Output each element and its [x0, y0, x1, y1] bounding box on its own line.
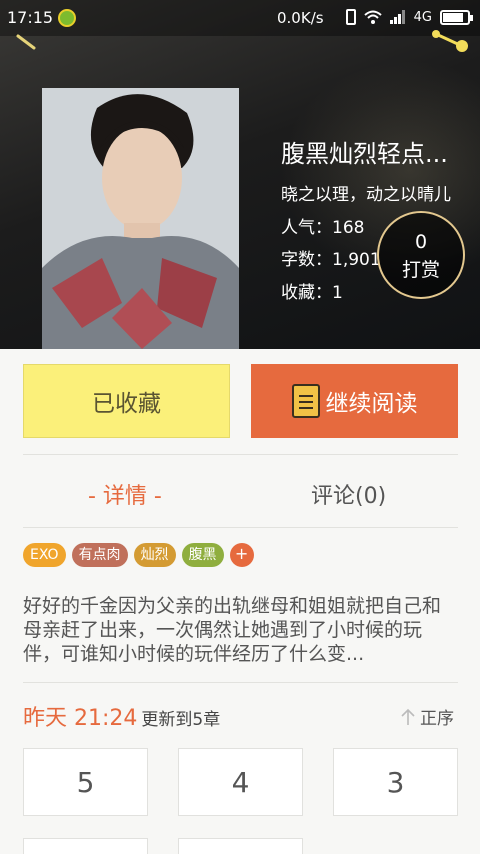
chapter-tile[interactable]: [23, 838, 148, 854]
sort-order-label: 正序: [420, 709, 454, 729]
synopsis[interactable]: 好好的千金因为父亲的出轨继母和姐姐就把自己和母亲赶了出来，一次偶然让她遇到了小时…: [23, 594, 459, 666]
book-author[interactable]: 晓之以理，动之以晴儿: [281, 180, 451, 205]
share-icon[interactable]: [430, 28, 472, 56]
tag-list: EXO 有点肉 灿烈 腹黑 +: [23, 543, 254, 567]
tag-youdianrou[interactable]: 有点肉: [71, 543, 128, 567]
book-header: 17:15 0.0K/s 4G 腹黑灿烈轻点... 晓之以理，动之以晴儿 人气：…: [0, 0, 480, 349]
tag-fuhei[interactable]: 腹黑: [181, 543, 224, 567]
book-title: 腹黑灿烈轻点...: [281, 140, 448, 168]
popularity-stat: 人气：168: [281, 218, 365, 238]
divider: [23, 682, 458, 683]
tab-comments[interactable]: 评论(0): [311, 478, 386, 510]
signal-icon: [389, 10, 406, 24]
tip-button[interactable]: 0 打赏: [377, 211, 465, 299]
network-type: 4G: [413, 9, 432, 25]
sort-order-toggle[interactable]: 正序: [400, 704, 454, 729]
battery-icon: [440, 9, 473, 25]
tip-label: 打赏: [401, 259, 440, 281]
chapter-tile[interactable]: 4: [178, 748, 303, 816]
continue-reading-button[interactable]: 继续阅读: [251, 364, 458, 438]
chapter-tile[interactable]: [178, 838, 303, 854]
back-icon[interactable]: [14, 34, 38, 50]
tag-canlie[interactable]: 灿烈: [133, 543, 176, 567]
collected-button[interactable]: 已收藏: [23, 364, 230, 438]
chapter-tile[interactable]: 5: [23, 748, 148, 816]
book-icon: [291, 384, 320, 418]
status-time: 17:15: [7, 8, 54, 27]
app-notification-icon: [58, 9, 76, 27]
status-icons: 4G: [345, 9, 473, 25]
tip-count: 0: [414, 231, 428, 253]
arrow-up-icon: [401, 708, 415, 725]
update-text: 更新到5章: [141, 710, 221, 730]
book-cover-image: [42, 88, 239, 349]
continue-reading-label: 继续阅读: [325, 391, 418, 417]
update-info: 昨天 21:24 更新到5章: [23, 700, 220, 732]
wifi-icon: [363, 10, 382, 24]
tag-exo[interactable]: EXO: [23, 543, 66, 567]
collected-label: 已收藏: [92, 391, 161, 417]
word-count-stat: 字数：1,901: [281, 250, 381, 270]
chapter-tile[interactable]: 3: [333, 748, 458, 816]
tab-detail[interactable]: - 详情 -: [88, 478, 162, 510]
net-speed: 0.0K/s: [277, 9, 324, 27]
vibrate-icon: [345, 9, 356, 25]
add-tag-button[interactable]: +: [229, 543, 254, 567]
favorites-stat: 收藏：1: [281, 283, 343, 303]
divider: [23, 527, 458, 528]
divider: [23, 454, 458, 455]
update-time: 昨天 21:24: [23, 706, 138, 731]
status-bar: 17:15 0.0K/s 4G: [0, 0, 480, 36]
